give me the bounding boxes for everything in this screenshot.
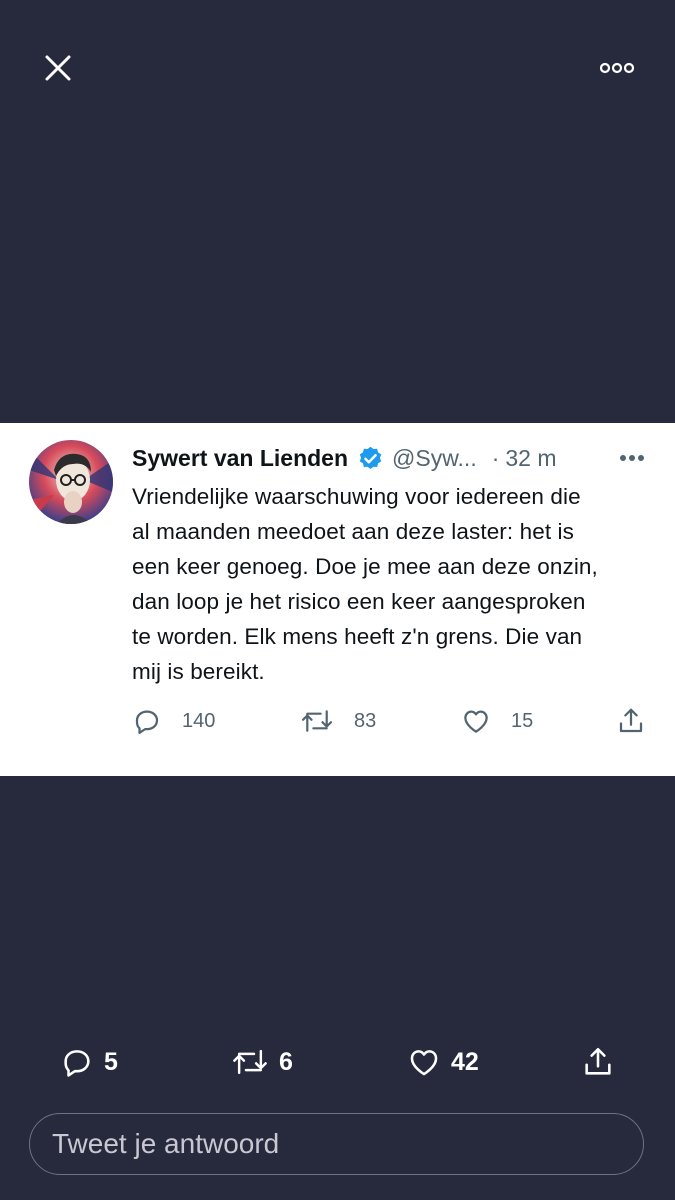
like-button[interactable]: 15: [461, 704, 533, 738]
bottom-like-count: 42: [451, 1047, 479, 1076]
tweet-text: Vriendelijke waarschuwing voor iedereen …: [132, 484, 598, 684]
separator-dot: ·: [491, 444, 500, 471]
bottom-reply-button[interactable]: 5: [60, 1044, 118, 1080]
reply-count: 140: [182, 709, 216, 732]
reply-icon: [135, 710, 159, 734]
tweet-time[interactable]: 32 m: [505, 445, 556, 472]
verified-badge-icon: [359, 446, 382, 469]
heart-icon: [464, 710, 488, 733]
retweet-icon: [301, 710, 333, 732]
tweet-card[interactable]: Sywert van Lienden @Syw... · 32 m Vriend…: [0, 423, 675, 776]
retweet-icon: [233, 1049, 267, 1075]
share-icon: [619, 708, 643, 733]
share-button[interactable]: [616, 704, 646, 738]
close-button[interactable]: [36, 46, 80, 90]
more-horizontal-icon: [620, 455, 644, 461]
like-count: 15: [511, 709, 534, 732]
bottom-reply-count: 5: [104, 1047, 118, 1076]
more-horizontal-icon: [600, 62, 634, 74]
reply-button[interactable]: 140: [132, 704, 215, 738]
tweet-header: Sywert van Lienden @Syw... · 32 m: [132, 441, 652, 475]
reply-placeholder: Tweet je antwoord: [52, 1128, 280, 1159]
retweet-button[interactable]: 83: [300, 704, 376, 738]
tweet-more-button[interactable]: [614, 443, 650, 473]
bottom-retweet-button[interactable]: 6: [231, 1044, 293, 1080]
author-name[interactable]: Sywert van Lienden: [132, 445, 348, 472]
reply-icon: [64, 1050, 90, 1077]
more-options-button[interactable]: [594, 50, 640, 86]
heart-icon: [410, 1050, 438, 1076]
share-icon: [585, 1047, 611, 1075]
close-icon: [45, 55, 71, 81]
author-handle[interactable]: @Syw...: [392, 445, 477, 472]
avatar[interactable]: [29, 440, 113, 524]
bottom-share-button[interactable]: [581, 1044, 615, 1080]
reply-input[interactable]: Tweet je antwoord: [29, 1113, 644, 1175]
bottom-like-button[interactable]: 42: [407, 1044, 479, 1080]
bottom-retweet-count: 6: [279, 1047, 293, 1076]
retweet-count: 83: [354, 709, 377, 732]
